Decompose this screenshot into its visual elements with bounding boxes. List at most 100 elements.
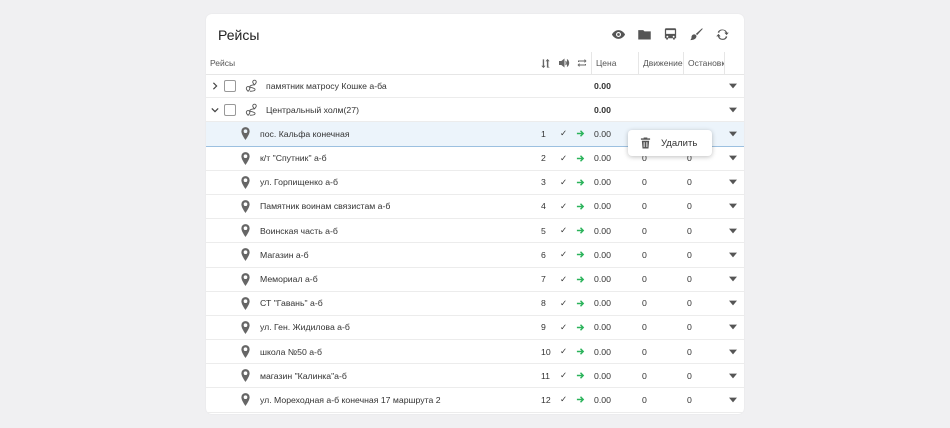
stop-price: 0.00 — [594, 322, 611, 333]
stop-stops: 0 — [687, 394, 692, 405]
stop-movement: 0 — [642, 346, 647, 357]
check-mark: ✓ — [560, 346, 568, 357]
stop-number: 11 — [541, 370, 551, 381]
stop-row[interactable]: ул. Горпищенко а-б 3 ✓ 0.00 0 0 — [206, 171, 744, 195]
arrow-right-icon[interactable] — [576, 292, 585, 315]
stop-price: 0.00 — [594, 201, 611, 212]
stop-movement: 0 — [642, 249, 647, 260]
stop-row[interactable]: школа №50 а-б 10 ✓ 0.00 0 0 — [206, 340, 744, 365]
routes-panel: Рейсы Рейсы Цена Движение Остановк памят… — [206, 14, 744, 414]
route-icon — [244, 98, 258, 121]
stop-row[interactable]: Памятник воинам связистам а-б 4 ✓ 0.00 0… — [206, 195, 744, 220]
arrow-right-icon[interactable] — [576, 195, 585, 218]
stop-name: Магазин а-б — [260, 249, 309, 260]
stop-price: 0.00 — [594, 346, 611, 357]
stop-stops: 0 — [687, 298, 692, 309]
stop-row[interactable]: ул. Мореходная а-б конечная 17 маршрута … — [206, 388, 744, 413]
sort-icon[interactable] — [540, 52, 554, 74]
delete-label: Удалить — [661, 137, 698, 149]
bus-icon[interactable] — [662, 26, 678, 42]
map-pin-icon — [240, 388, 251, 411]
header-stops: Остановк — [683, 52, 728, 74]
map-pin-icon — [240, 171, 251, 194]
arrow-right-icon[interactable] — [576, 171, 585, 194]
group-row[interactable]: памятник матросу Кошке а-ба 0.00 — [206, 74, 744, 99]
group-checkbox[interactable] — [224, 104, 236, 117]
stop-number: 5 — [541, 225, 546, 236]
check-mark: ✓ — [560, 200, 568, 211]
caret-down-icon[interactable] — [729, 147, 737, 170]
caret-down-icon[interactable] — [729, 219, 737, 242]
stop-name: ул. Ген. Жидилова а-б — [260, 322, 350, 333]
chevron-down-icon[interactable] — [211, 98, 219, 121]
arrow-right-icon[interactable] — [576, 219, 585, 242]
arrow-right-icon[interactable] — [576, 364, 585, 387]
stop-price: 0.00 — [594, 249, 611, 260]
chevron-right-icon[interactable] — [211, 74, 219, 97]
stop-name: магазин "Калинка"а-б — [260, 370, 347, 381]
check-mark: ✓ — [560, 273, 568, 284]
stop-price: 0.00 — [594, 394, 611, 405]
stop-number: 1 — [541, 128, 546, 139]
arrow-right-icon[interactable] — [576, 340, 585, 363]
stop-stops: 0 — [687, 225, 692, 236]
caret-down-icon[interactable] — [729, 74, 737, 97]
caret-down-icon[interactable] — [729, 171, 737, 194]
stop-movement: 0 — [642, 298, 647, 309]
caret-down-icon[interactable] — [729, 292, 737, 315]
check-mark: ✓ — [560, 152, 568, 163]
arrow-right-icon[interactable] — [576, 122, 585, 145]
folder-icon[interactable] — [636, 26, 652, 42]
context-menu-delete[interactable]: Удалить — [628, 130, 712, 156]
stop-number: 4 — [541, 201, 546, 212]
caret-down-icon[interactable] — [729, 316, 737, 339]
caret-down-icon[interactable] — [729, 364, 737, 387]
stop-stops: 0 — [687, 346, 692, 357]
map-pin-icon — [240, 243, 251, 266]
stop-row[interactable]: Мемориал а-б 7 ✓ 0.00 0 0 — [206, 268, 744, 292]
caret-down-icon[interactable] — [729, 388, 737, 411]
stop-price: 0.00 — [594, 274, 611, 284]
group-checkbox[interactable] — [224, 80, 236, 92]
stop-name: пос. Кальфа конечная — [260, 128, 350, 139]
caret-down-icon[interactable] — [729, 340, 737, 363]
stop-row[interactable]: СТ "Гавань" а-б 8 ✓ 0.00 0 0 — [206, 292, 744, 316]
map-pin-icon — [240, 364, 251, 387]
sound-icon[interactable] — [558, 52, 572, 74]
group-name: памятник матросу Кошке а-ба — [266, 80, 387, 91]
header-price: Цена — [591, 52, 638, 74]
brush-icon[interactable] — [688, 26, 704, 42]
stop-row[interactable]: Воинская часть а-б 5 ✓ 0.00 0 0 — [206, 219, 744, 244]
repeat-icon[interactable] — [576, 52, 590, 74]
caret-down-icon[interactable] — [729, 243, 737, 266]
panel-title: Рейсы — [218, 27, 260, 43]
refresh-icon[interactable] — [714, 26, 730, 42]
caret-down-icon[interactable] — [729, 195, 737, 218]
stop-stops: 0 — [687, 274, 692, 284]
check-mark: ✓ — [560, 394, 568, 405]
caret-down-icon[interactable] — [729, 98, 737, 121]
arrow-right-icon[interactable] — [576, 268, 585, 291]
stop-number: 6 — [541, 249, 546, 260]
stop-movement: 0 — [642, 274, 647, 284]
group-row[interactable]: Центральный холм(27) 0.00 — [206, 98, 744, 123]
stop-row[interactable]: магазин "Калинка"а-б 11 ✓ 0.00 0 0 — [206, 364, 744, 389]
stop-name: Мемориал а-б — [260, 274, 318, 284]
eye-icon[interactable] — [610, 26, 626, 42]
map-pin-icon — [240, 316, 251, 339]
stop-name: ул. Горпищенко а-б — [260, 177, 338, 188]
stop-movement: 0 — [642, 370, 647, 381]
stop-movement: 0 — [642, 394, 647, 405]
arrow-right-icon[interactable] — [576, 243, 585, 266]
caret-down-icon[interactable] — [729, 268, 737, 291]
arrow-right-icon[interactable] — [576, 316, 585, 339]
stop-movement: 0 — [642, 225, 647, 236]
check-mark: ✓ — [560, 297, 568, 308]
stop-movement: 0 — [642, 177, 647, 188]
toolbar — [610, 26, 730, 42]
arrow-right-icon[interactable] — [576, 147, 585, 170]
stop-row[interactable]: ул. Ген. Жидилова а-б 9 ✓ 0.00 0 0 — [206, 316, 744, 341]
caret-down-icon[interactable] — [729, 122, 737, 145]
arrow-right-icon[interactable] — [576, 388, 585, 411]
stop-row[interactable]: Магазин а-б 6 ✓ 0.00 0 0 — [206, 243, 744, 268]
